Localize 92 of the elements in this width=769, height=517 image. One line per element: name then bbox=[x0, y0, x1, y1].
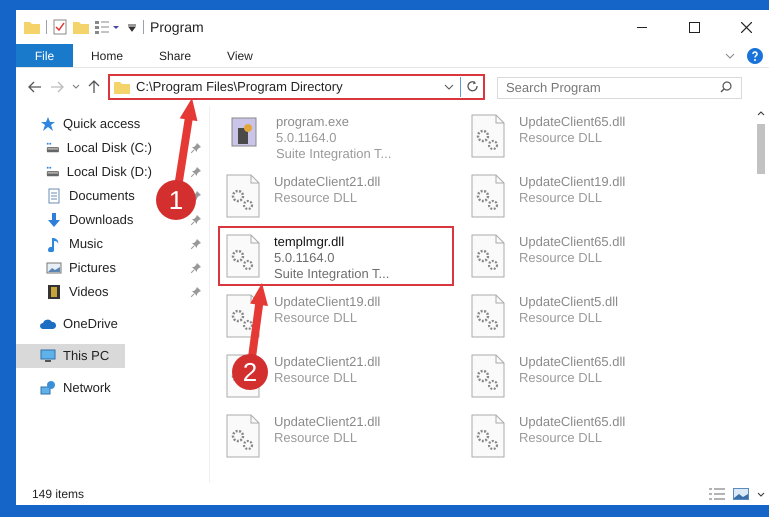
file-name: UpdateClient19.dll bbox=[519, 174, 626, 190]
sidebar-item[interactable]: OneDrive bbox=[16, 312, 152, 336]
sidebar-item[interactable]: Local Disk (C:) bbox=[16, 136, 152, 160]
sidebar-item[interactable]: Music bbox=[16, 232, 152, 256]
picture-icon bbox=[46, 260, 62, 276]
scrollbar-thumb[interactable] bbox=[756, 124, 764, 174]
annotation-badge bbox=[232, 354, 268, 390]
pin-icon[interactable] bbox=[191, 215, 201, 225]
item-count: 149 items bbox=[32, 486, 84, 503]
sidebar-item[interactable]: This PC bbox=[16, 344, 124, 368]
sidebar-item[interactable]: Local Disk (D:) bbox=[16, 160, 152, 184]
file-detail: Suite Integration T... bbox=[276, 146, 392, 162]
gear-file-icon bbox=[226, 234, 260, 278]
gear-file-icon bbox=[471, 114, 505, 158]
sidebar-item[interactable]: Quick access bbox=[16, 112, 152, 136]
film-icon bbox=[46, 284, 62, 300]
gear-file-icon bbox=[471, 234, 505, 278]
ribbon-tab[interactable]: Home bbox=[73, 44, 142, 67]
refresh-icon[interactable] bbox=[467, 81, 479, 93]
pin-icon[interactable] bbox=[191, 167, 201, 177]
expand-ribbon-icon[interactable] bbox=[725, 52, 735, 58]
gear-file-icon bbox=[471, 174, 505, 218]
gear-file-icon bbox=[471, 354, 505, 398]
back-icon[interactable] bbox=[28, 81, 42, 93]
file-name: UpdateClient65.dll bbox=[519, 114, 626, 130]
gear-file-icon bbox=[226, 174, 260, 218]
file-detail: Resource DLL bbox=[519, 130, 604, 146]
details-view-icon[interactable] bbox=[709, 488, 725, 500]
file-detail: Resource DLL bbox=[519, 310, 604, 326]
recent-locations-icon[interactable] bbox=[72, 84, 80, 90]
file-detail: 5.0.1164.0 bbox=[274, 250, 336, 266]
file-detail: Resource DLL bbox=[274, 430, 358, 446]
annotation-number: 1 bbox=[168, 185, 184, 215]
file-name: UpdateClient65.dll bbox=[519, 354, 626, 370]
gear-file-icon bbox=[471, 414, 505, 458]
window-title: Program bbox=[150, 18, 204, 37]
file-name: UpdateClient21.dll bbox=[274, 414, 380, 430]
properties-icon[interactable] bbox=[53, 19, 67, 35]
search-field[interactable]: Search Program bbox=[497, 76, 742, 98]
scroll-up-icon[interactable] bbox=[756, 111, 764, 116]
customize-toolbar-icon[interactable] bbox=[95, 20, 121, 34]
pin-icon[interactable] bbox=[191, 143, 201, 153]
ribbon-tab[interactable]: Share bbox=[141, 44, 210, 67]
file-name: UpdateClient65.dll bbox=[519, 234, 626, 250]
file-name: UpdateClient65.dll bbox=[519, 414, 626, 430]
folder-icon bbox=[114, 80, 130, 94]
up-icon[interactable] bbox=[88, 80, 100, 94]
monitor-icon bbox=[40, 348, 56, 364]
file-detail: Resource DLL bbox=[519, 190, 604, 206]
pin-icon[interactable] bbox=[191, 239, 201, 249]
network-icon bbox=[40, 380, 56, 396]
search-icon bbox=[720, 81, 732, 93]
annotation-number: 2 bbox=[242, 357, 258, 387]
file-name: UpdateClient19.dll bbox=[274, 294, 380, 310]
dropdown-icon[interactable] bbox=[444, 84, 454, 90]
file-name: program.exe bbox=[276, 114, 350, 130]
annotation-badge bbox=[156, 180, 196, 220]
file-name: UpdateClient5.dll bbox=[519, 294, 618, 310]
pin-icon[interactable] bbox=[191, 287, 201, 297]
large-icons-view-icon[interactable] bbox=[733, 488, 749, 500]
help-icon[interactable] bbox=[747, 48, 763, 64]
maximize-icon bbox=[688, 22, 700, 32]
sidebar-item[interactable]: Downloads bbox=[16, 208, 152, 232]
sidebar-item[interactable]: Pictures bbox=[16, 256, 152, 280]
address-bar[interactable]: C:\Program Files\Program Directory bbox=[108, 74, 485, 100]
sidebar-item[interactable]: Network bbox=[16, 376, 152, 400]
file-detail: Resource DLL bbox=[274, 370, 358, 386]
scroll-down-icon[interactable] bbox=[756, 492, 764, 497]
address-path: C:\Program Files\Program Directory bbox=[136, 78, 344, 96]
ribbon-tab[interactable]: File bbox=[16, 44, 73, 67]
close-icon bbox=[740, 22, 752, 32]
file-detail: Suite Integration T... bbox=[274, 266, 390, 282]
file-detail: Resource DLL bbox=[519, 250, 604, 266]
file-detail: Resource DLL bbox=[274, 310, 358, 326]
star-icon bbox=[40, 116, 56, 132]
dropdown-icon[interactable] bbox=[127, 22, 137, 32]
file-detail: Resource DLL bbox=[519, 430, 604, 446]
sidebar-item[interactable]: Documents bbox=[16, 184, 152, 208]
gear-file-icon bbox=[471, 294, 505, 338]
file-detail: Resource DLL bbox=[519, 370, 604, 386]
pin-icon[interactable] bbox=[191, 263, 201, 273]
file-name: templmgr.dll bbox=[274, 234, 346, 250]
file-detail: Resource DLL bbox=[274, 190, 358, 206]
sidebar-item[interactable]: Videos bbox=[16, 280, 152, 304]
ribbon-tab[interactable]: View bbox=[209, 44, 271, 67]
minimize-icon bbox=[637, 26, 647, 28]
file-detail: 5.0.1164.0 bbox=[276, 130, 338, 146]
file-name: UpdateClient21.dll bbox=[274, 174, 380, 190]
file-name: UpdateClient21.dll bbox=[274, 354, 380, 370]
download-icon bbox=[46, 212, 62, 228]
document-icon bbox=[46, 188, 62, 204]
gear-file-icon bbox=[226, 414, 260, 458]
